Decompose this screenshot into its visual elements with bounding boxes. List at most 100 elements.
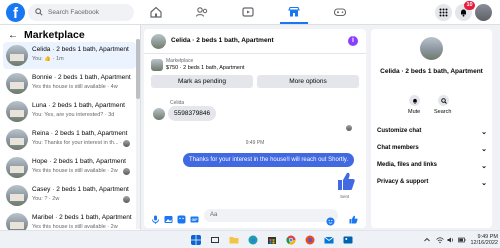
listing-thumbnail[interactable]	[151, 59, 163, 71]
sender-avatar[interactable]	[153, 108, 165, 120]
conversation-item[interactable]: Bonnie · 2 beds 1 bath, Apartment Yes thi…	[3, 70, 136, 97]
row-label: Media, files and links	[377, 162, 438, 168]
back-arrow-icon[interactable]: ←	[8, 30, 18, 41]
conversation-name: Luna · 2 beds 1 bath, Apartment	[32, 102, 125, 109]
conversation-item[interactable]: Reina · 2 beds 1 bath, Apartment You: Tha…	[3, 126, 136, 153]
conversation-item[interactable]: Celida · 2 beds 1 bath, Apartment You: 👍 …	[3, 42, 136, 69]
bell-icon	[412, 98, 417, 104]
sidebar-header: ← Marketplace	[8, 29, 85, 41]
chat-header: Celida · 2 beds 1 bath, Apartment i	[144, 29, 366, 54]
chevron-down-icon: ⌄	[481, 163, 487, 170]
notifications-button[interactable]: 10	[455, 1, 475, 21]
conversation-snippet: Yes this house is still available · 2w	[32, 168, 118, 174]
watch-icon[interactable]	[241, 5, 255, 19]
listing-thumbnail	[6, 129, 28, 150]
sent-status: Sent	[340, 194, 350, 199]
system-clock[interactable]: 9:49 PM 12/16/2022	[467, 234, 498, 246]
mail-icon[interactable]	[324, 235, 334, 245]
wifi-icon[interactable]	[436, 235, 444, 245]
conversation-item[interactable]: Casey · 2 beds 1 bath, Apartment You: ? ·…	[3, 182, 136, 209]
search-input[interactable]: Search Facebook	[28, 4, 134, 21]
windows-start-icon[interactable]	[191, 235, 201, 245]
chat-members-row[interactable]: Chat members ⌄	[377, 145, 489, 153]
mute-button[interactable]	[409, 95, 420, 106]
mark-pending-button[interactable]: Mark as pending	[151, 75, 253, 88]
conversation-snippet: You: ? · 2w	[32, 196, 60, 202]
gaming-icon[interactable]	[333, 5, 347, 19]
chevron-down-icon: ⌄	[481, 180, 487, 187]
gif-icon[interactable]: GIF	[190, 211, 199, 223]
listing-image[interactable]	[420, 37, 443, 60]
windows-taskbar: 9:49 PM 12/16/2022	[0, 230, 500, 248]
listing-thumbnail	[6, 185, 28, 206]
conversation-item[interactable]: Luna · 2 beds 1 bath, Apartment You: Yes,…	[3, 98, 136, 125]
chat-title[interactable]: Celida · 2 beds 1 bath, Apartment	[171, 37, 274, 44]
microsoft-store-icon[interactable]	[267, 235, 277, 245]
privacy-support-row[interactable]: Privacy & support ⌄	[377, 179, 489, 187]
row-label: Privacy & support	[377, 179, 429, 185]
profile-avatar[interactable]	[475, 4, 492, 21]
active-tab-indicator	[280, 22, 308, 24]
notification-badge: 10	[464, 1, 475, 10]
search-label: Search	[434, 109, 452, 115]
read-receipt-avatar	[123, 140, 130, 147]
emoji-icon[interactable]	[326, 213, 335, 226]
like-icon[interactable]	[349, 211, 358, 224]
image-icon[interactable]	[164, 211, 173, 223]
conversation-name: Reina · 2 beds 1 bath, Apartment	[32, 130, 128, 137]
marketplace-sidebar: ← Marketplace Celida · 2 beds 1 bath, Apa…	[0, 25, 141, 234]
chrome-icon[interactable]	[286, 235, 296, 245]
app-icon[interactable]	[305, 235, 315, 245]
info-icon[interactable]: i	[348, 36, 358, 46]
chevron-down-icon: ⌄	[481, 146, 487, 153]
edge-icon[interactable]	[248, 235, 258, 245]
message-input[interactable]: Aa	[204, 209, 338, 222]
file-explorer-icon[interactable]	[229, 235, 239, 245]
microphone-icon[interactable]	[151, 211, 160, 224]
sidebar-title: Marketplace	[24, 29, 85, 41]
conversation-name: Bonnie · 2 beds 1 bath, Apartment	[32, 74, 131, 81]
outgoing-message[interactable]: Thanks for your interest in the house!I …	[183, 153, 354, 167]
search-icon	[440, 97, 447, 104]
sticker-icon[interactable]	[177, 211, 186, 224]
photos-icon[interactable]	[343, 235, 353, 245]
thumbs-up-icon[interactable]	[337, 171, 355, 191]
search-icon	[35, 8, 43, 16]
conversation-name: Maribel · 2 beds 1 bath, Apartment	[32, 214, 132, 221]
task-view-icon[interactable]	[210, 235, 220, 245]
read-receipt-avatar	[346, 125, 352, 131]
volume-icon[interactable]	[447, 235, 455, 245]
row-label: Chat members	[377, 145, 419, 151]
facebook-logo[interactable]: f	[6, 3, 25, 22]
incoming-message[interactable]: 5598379846	[168, 106, 217, 121]
conversation-info-panel: Celida · 2 beds 1 bath, Apartment Mute S…	[371, 29, 492, 228]
read-receipt-avatar	[123, 168, 130, 175]
friends-icon[interactable]	[195, 5, 209, 19]
battery-icon[interactable]	[458, 235, 466, 245]
home-icon[interactable]	[149, 5, 163, 19]
message-composer: GIF Aa	[144, 204, 366, 228]
more-options-button[interactable]: More options	[257, 75, 359, 88]
marketplace-icon[interactable]	[287, 5, 301, 19]
conversation-item[interactable]: Hope · 2 beds 1 bath, Apartment Yes this …	[3, 154, 136, 181]
listing-summary[interactable]: $750 · 2 beds 1 bath, Apartment	[166, 65, 245, 71]
chat-panel: Celida · 2 beds 1 bath, Apartment i Mark…	[144, 29, 366, 228]
top-bar: f Search Facebook 10	[0, 0, 500, 25]
conversation-name: Hope · 2 beds 1 bath, Apartment	[32, 158, 126, 165]
media-files-row[interactable]: Media, files and links ⌄	[377, 162, 489, 170]
customize-chat-row[interactable]: Customize chat ⌄	[377, 128, 489, 136]
conversation-snippet: Yes this house is still available · 4w	[32, 84, 118, 90]
conversation-snippet: You: Yes, are you interested? · 3d	[32, 112, 115, 118]
menu-button[interactable]	[435, 4, 452, 21]
scrollbar-thumb[interactable]	[136, 39, 140, 99]
conversation-name: Casey · 2 beds 1 bath, Apartment	[32, 186, 129, 193]
chevron-down-icon: ⌄	[481, 129, 487, 136]
conversation-snippet: You: 👍 · 1m	[32, 56, 64, 62]
mute-label: Mute	[408, 109, 421, 115]
search-conversation-button[interactable]	[438, 95, 449, 106]
message-placeholder: Aa	[210, 212, 218, 218]
info-title: Celida · 2 beds 1 bath, Apartment	[380, 68, 483, 75]
chevron-up-icon[interactable]	[423, 235, 431, 245]
listing-thumbnail	[6, 45, 28, 66]
chat-avatar[interactable]	[151, 34, 166, 49]
